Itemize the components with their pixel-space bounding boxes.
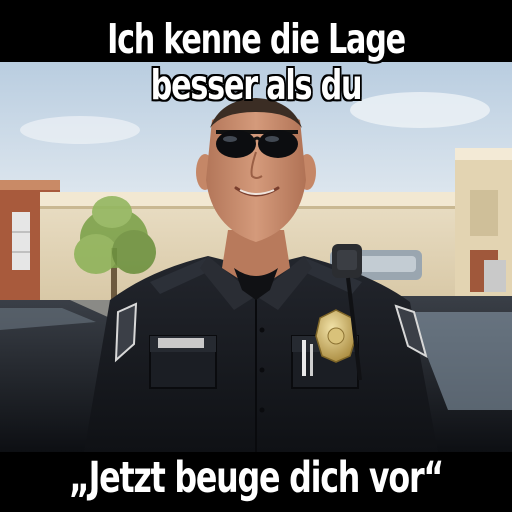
police-badge [315, 309, 357, 363]
top-caption-line-2: besser als du [150, 61, 363, 109]
name-plate [158, 338, 204, 348]
meme-canvas: Ich kenne die Lage besser als du „Jetzt … [0, 0, 512, 512]
cloud [20, 116, 140, 144]
top-caption-line-1: Ich kenne die Lage [107, 15, 406, 63]
bottom-caption: „Jetzt beuge dich vor“ [69, 453, 444, 503]
top-caption: Ich kenne die Lage besser als du [46, 16, 466, 108]
